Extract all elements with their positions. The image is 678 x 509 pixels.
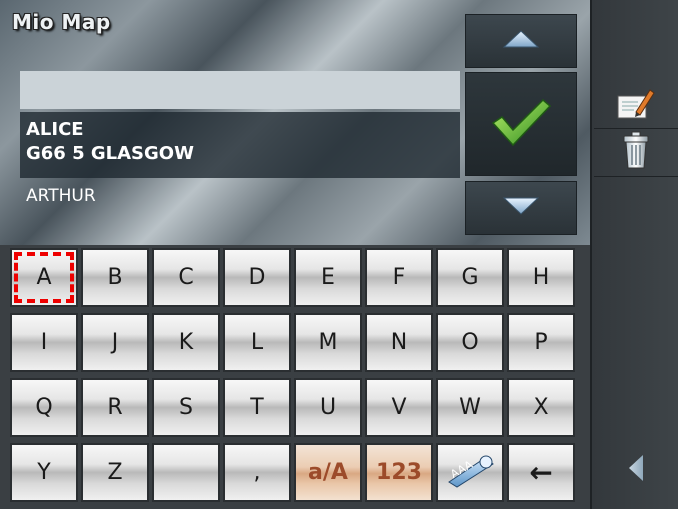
key-s[interactable]: S [152, 378, 220, 437]
key-r[interactable]: R [81, 378, 149, 437]
result-name: ALICE [26, 119, 84, 140]
result-location: G66 5 GLASGOW [26, 143, 194, 164]
key-c[interactable]: C [152, 248, 220, 307]
checkmark-icon [490, 97, 552, 151]
app-title: Mio Map [12, 10, 111, 34]
back-button[interactable] [594, 440, 678, 500]
key-f[interactable]: F [365, 248, 433, 307]
arrow-up-icon [502, 30, 540, 52]
key-u[interactable]: U [294, 378, 362, 437]
key-l[interactable]: L [223, 313, 291, 372]
delete-button[interactable] [594, 128, 678, 177]
result-item-selected[interactable]: ALICE G66 5 GLASGOW [20, 112, 460, 178]
key-m[interactable]: M [294, 313, 362, 372]
scroll-down-button[interactable] [465, 181, 577, 235]
key-comma[interactable]: , [223, 443, 291, 502]
key-e[interactable]: E [294, 248, 362, 307]
key-z[interactable]: Z [81, 443, 149, 502]
result-item[interactable]: ARTHUR [26, 186, 96, 206]
confirm-button[interactable] [465, 72, 577, 176]
key-a[interactable]: A [10, 248, 78, 307]
search-input[interactable] [20, 71, 460, 109]
key-keyboard-layout[interactable]: AAA [436, 443, 504, 502]
key-x[interactable]: X [507, 378, 575, 437]
key-d[interactable]: D [223, 248, 291, 307]
key-q[interactable]: Q [10, 378, 78, 437]
key-space[interactable] [152, 443, 220, 502]
key-t[interactable]: T [223, 378, 291, 437]
on-screen-keyboard: A B C D E F G H I J K L M N O P Q R S T … [0, 245, 590, 509]
trash-icon [623, 131, 649, 173]
arrow-down-icon [502, 197, 540, 219]
mio-map-screen: Mio Map ALICE G66 5 GLASGOW ARTHUR A B C… [0, 0, 678, 509]
chevron-left-icon [628, 454, 644, 486]
key-p[interactable]: P [507, 313, 575, 372]
key-y[interactable]: Y [10, 443, 78, 502]
key-k[interactable]: K [152, 313, 220, 372]
key-g[interactable]: G [436, 248, 504, 307]
key-j[interactable]: J [81, 313, 149, 372]
key-w[interactable]: W [436, 378, 504, 437]
edit-button[interactable] [594, 84, 678, 129]
edit-note-icon [616, 86, 656, 126]
key-backspace[interactable]: ← [507, 443, 575, 502]
key-v[interactable]: V [365, 378, 433, 437]
key-h[interactable]: H [507, 248, 575, 307]
search-panel: Mio Map ALICE G66 5 GLASGOW ARTHUR [0, 0, 590, 245]
scroll-up-button[interactable] [465, 14, 577, 68]
key-b[interactable]: B [81, 248, 149, 307]
key-case-toggle[interactable]: a/A [294, 443, 362, 502]
key-o[interactable]: O [436, 313, 504, 372]
key-numeric-toggle[interactable]: 123 [365, 443, 433, 502]
side-toolbar [590, 0, 678, 509]
key-n[interactable]: N [365, 313, 433, 372]
key-i[interactable]: I [10, 313, 78, 372]
